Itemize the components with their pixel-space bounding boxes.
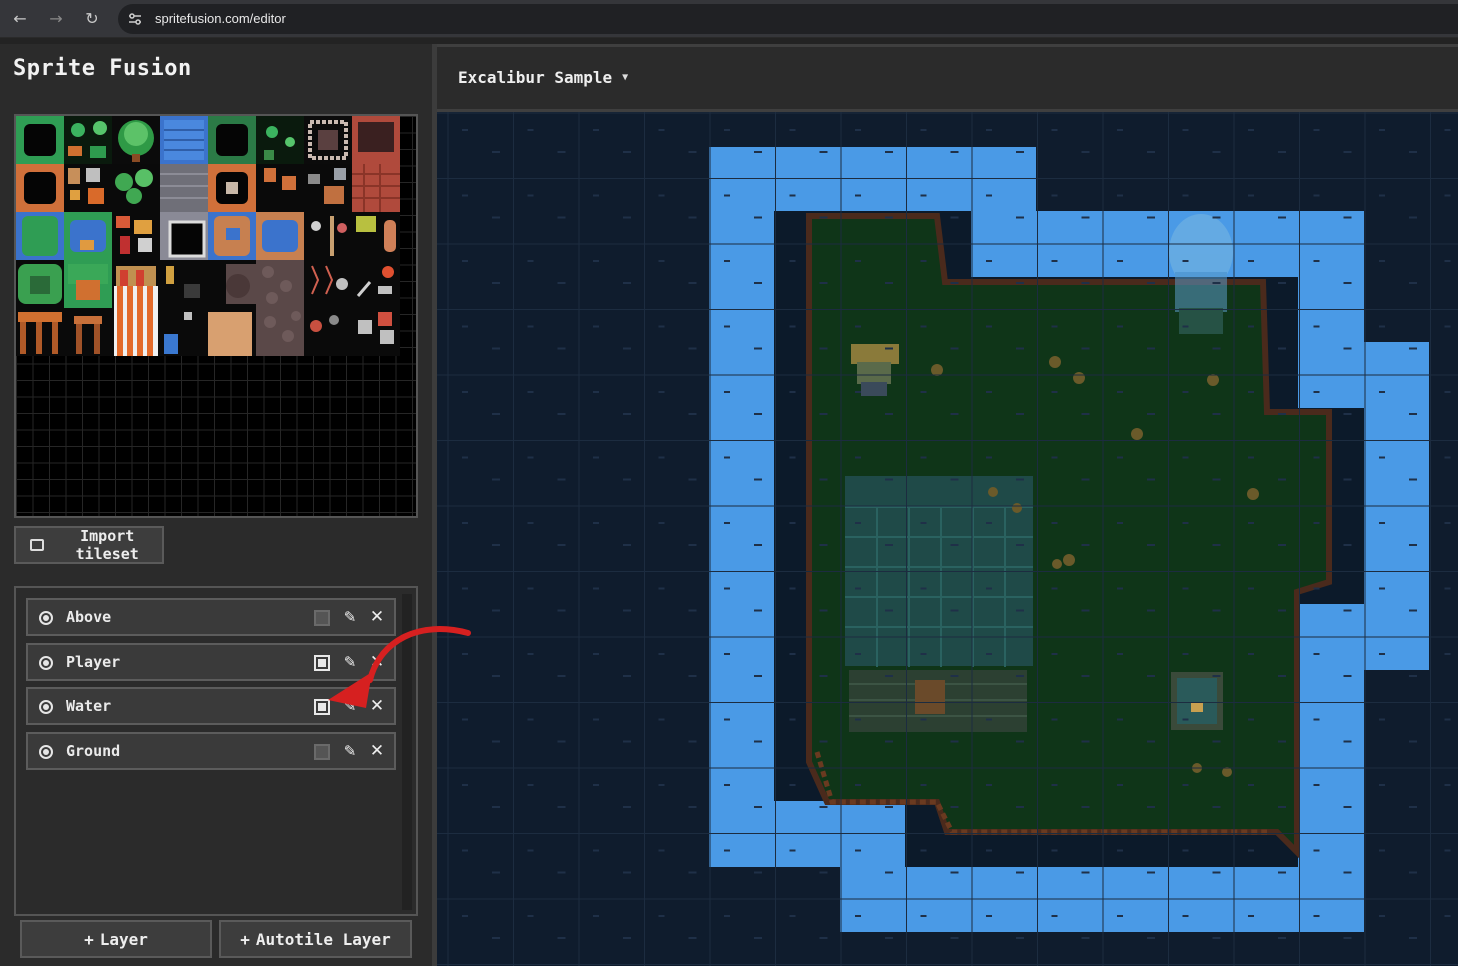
layer-visibility-toggle[interactable] (314, 699, 330, 715)
import-tileset-label: Import tileset (75, 527, 139, 563)
layer-select-radio[interactable] (39, 745, 53, 759)
map-selector-dropdown[interactable]: Excalibur Sample ▼ (458, 68, 628, 87)
browser-toolbar: ← → ↻ spritefusion.com/editor (0, 0, 1458, 38)
layers-scrollbar[interactable] (402, 594, 412, 910)
map-name: Excalibur Sample (458, 68, 613, 87)
pencil-icon[interactable]: ✎ (341, 653, 359, 671)
site-settings-icon[interactable] (128, 12, 142, 26)
map-canvas[interactable] (437, 112, 1458, 966)
url-text: spritefusion.com/editor (155, 11, 286, 26)
layer-visibility-toggle[interactable] (314, 610, 330, 626)
map-header: Excalibur Sample ▼ (437, 44, 1458, 112)
close-icon[interactable]: ✕ (368, 607, 386, 627)
pencil-icon[interactable]: ✎ (341, 608, 359, 626)
app-title: Sprite Fusion (13, 56, 192, 81)
layer-row-above[interactable]: Above ✎ ✕ (26, 598, 396, 636)
add-layer-label: Layer (99, 929, 148, 949)
sidebar-panel: Sprite Fusion Import tileset Above ✎ ✕ P… (0, 44, 432, 966)
layer-select-radio[interactable] (39, 656, 53, 670)
layer-name: Player (66, 653, 121, 671)
layer-select-radio[interactable] (39, 611, 53, 625)
address-bar[interactable]: spritefusion.com/editor (118, 4, 1458, 34)
layer-select-radio[interactable] (39, 700, 53, 714)
layers-panel: Above ✎ ✕ Player ✎ ✕ Water ✎ ✕ Ground ✎ … (14, 586, 418, 916)
reload-icon[interactable]: ↻ (82, 9, 102, 29)
layer-visibility-toggle[interactable] (314, 744, 330, 760)
import-tileset-button[interactable]: Import tileset (14, 526, 164, 564)
add-autotile-layer-label: Autotile Layer (255, 929, 391, 949)
chevron-down-icon: ▼ (622, 72, 629, 83)
back-icon[interactable]: ← (10, 9, 30, 29)
layer-name: Above (66, 608, 112, 626)
layer-name: Water (66, 697, 112, 715)
plus-icon: + (240, 929, 250, 949)
close-icon[interactable]: ✕ (368, 741, 386, 761)
add-layer-button[interactable]: + Layer (20, 920, 212, 958)
add-autotile-layer-button[interactable]: + Autotile Layer (219, 920, 412, 958)
layer-row-player[interactable]: Player ✎ ✕ (26, 643, 396, 681)
pencil-icon[interactable]: ✎ (341, 742, 359, 760)
tileset-preview[interactable] (14, 114, 418, 518)
layer-name: Ground (66, 742, 121, 760)
close-icon[interactable]: ✕ (368, 696, 386, 716)
layer-row-water[interactable]: Water ✎ ✕ (26, 687, 396, 725)
pencil-icon[interactable]: ✎ (341, 697, 359, 715)
image-icon (30, 539, 45, 551)
layer-visibility-toggle[interactable] (314, 655, 330, 671)
layer-row-ground[interactable]: Ground ✎ ✕ (26, 732, 396, 770)
map-render[interactable] (437, 112, 1458, 966)
close-icon[interactable]: ✕ (368, 652, 386, 672)
plus-icon: + (84, 929, 94, 949)
forward-icon[interactable]: → (46, 9, 66, 29)
tileset-image[interactable] (16, 116, 416, 516)
